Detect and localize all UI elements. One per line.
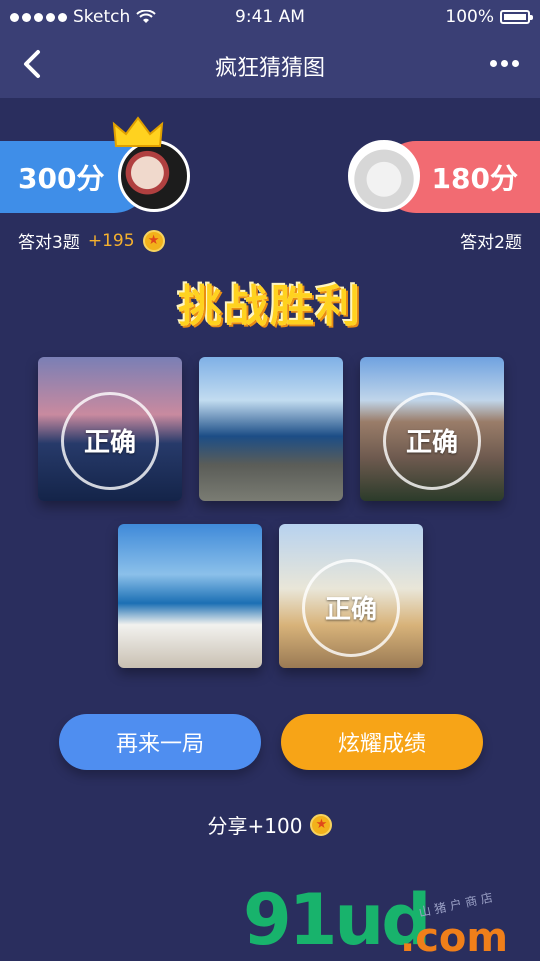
- image-tile-castle[interactable]: 正确: [360, 357, 504, 501]
- play-again-button[interactable]: 再来一局: [59, 714, 261, 770]
- coin-icon: [142, 229, 165, 252]
- battery-icon: [500, 10, 533, 24]
- crown-icon: [112, 116, 164, 147]
- coin-icon: [310, 813, 333, 836]
- page-title: 疯狂猜猜图: [214, 56, 325, 81]
- correct-stamp: 正确: [302, 558, 400, 657]
- share-reward[interactable]: 分享+100: [0, 810, 540, 839]
- left-player-summary: 答对3题 +195: [18, 228, 165, 253]
- left-correct-count: 答对3题: [18, 233, 80, 253]
- show-off-score-button[interactable]: 炫耀成绩: [281, 714, 483, 770]
- battery-percent: 100%: [445, 7, 494, 27]
- left-bonus: +195: [87, 230, 135, 251]
- left-player-score: 300分: [18, 162, 105, 195]
- right-player-summary: 答对2题: [460, 228, 522, 253]
- right-player-score: 180分: [431, 162, 518, 195]
- right-player-avatar[interactable]: [348, 140, 420, 212]
- image-tile-sea-fortress[interactable]: [199, 357, 343, 501]
- image-tile-paris[interactable]: 正确: [279, 524, 423, 668]
- challenge-result-title: 挑战胜利: [178, 281, 362, 332]
- navigation-bar: 疯狂猜猜图: [0, 34, 540, 98]
- correct-stamp: 正确: [383, 391, 481, 490]
- correct-stamp: 正确: [61, 391, 159, 490]
- status-right: 100%: [445, 7, 533, 27]
- status-bar: Sketch 9:41 AM 100%: [0, 0, 540, 34]
- more-menu-icon[interactable]: [482, 48, 526, 78]
- share-label: 分享+100: [207, 814, 303, 838]
- right-correct-count: 答对2题: [460, 233, 522, 253]
- watermark-domain: .com: [400, 915, 509, 961]
- image-tile-santorini[interactable]: [118, 524, 262, 668]
- image-tile-harbor[interactable]: 正确: [38, 357, 182, 501]
